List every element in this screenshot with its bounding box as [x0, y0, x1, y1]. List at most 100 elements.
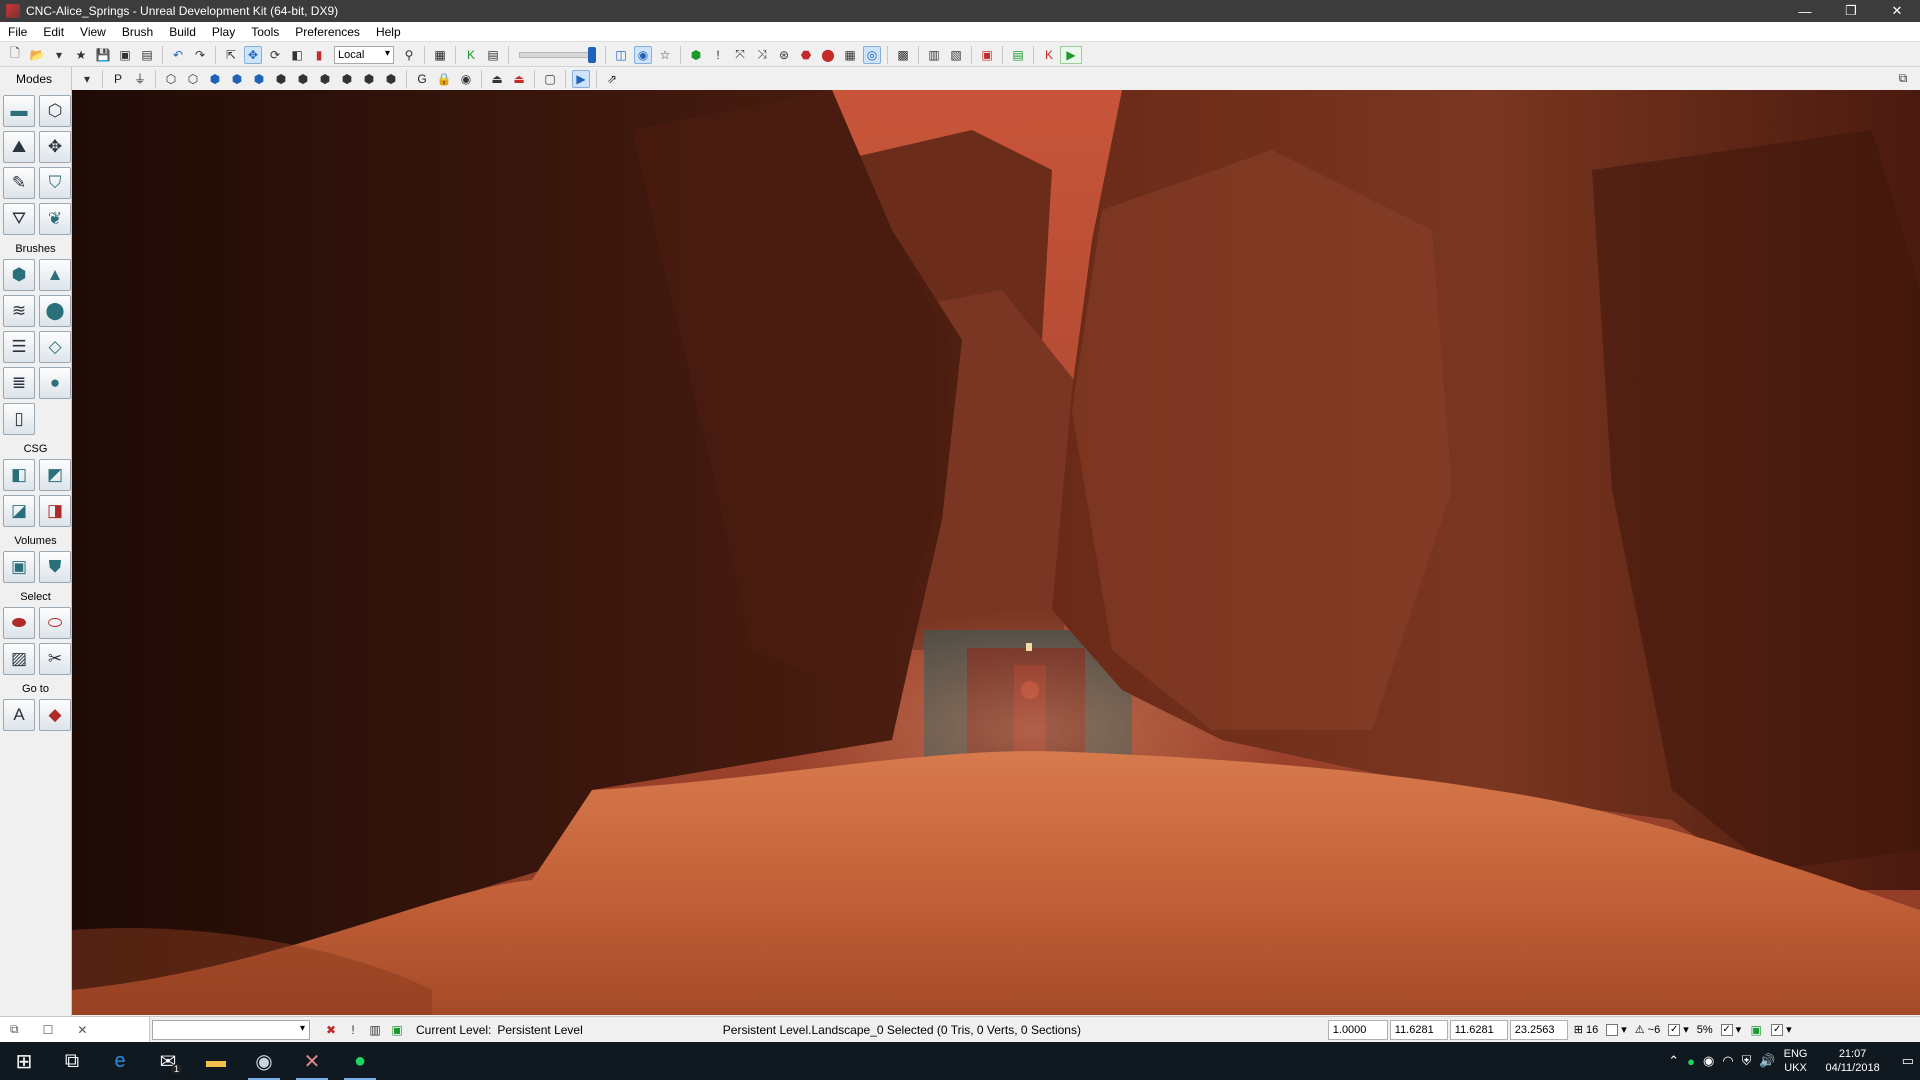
grid-size-control[interactable]: ⊞ 16 [1574, 1023, 1598, 1037]
mail-icon[interactable]: ✉ 1 [144, 1042, 192, 1080]
network-icon[interactable]: ⛨ [1742, 1053, 1752, 1069]
view-eye-icon[interactable]: ◉ [457, 70, 475, 88]
brush-wireframe-icon[interactable]: ◫ [612, 46, 630, 64]
menu-help[interactable]: Help [368, 25, 409, 39]
save-current-level-icon[interactable]: ▤ [138, 46, 156, 64]
autosave-checkbox[interactable]: ✓ [1771, 1023, 1784, 1036]
show-hidden-icons-icon[interactable]: ⌃ [1668, 1053, 1679, 1069]
scale-snap-checkbox[interactable]: ✓ [1720, 1023, 1733, 1036]
volume-icon[interactable]: 🔊 [1759, 1053, 1775, 1069]
actor-visibility-icon[interactable]: ⏏ [488, 70, 506, 88]
light-complexity-icon[interactable]: ⬢ [294, 70, 312, 88]
lighting-only-icon[interactable]: ⬢ [272, 70, 290, 88]
scale-snap-toggle[interactable]: ✓ ▾ [1720, 1023, 1741, 1036]
level-browser-icon[interactable]: ▣ [388, 1021, 406, 1039]
play-in-editor-button[interactable]: ▶ [1060, 45, 1082, 64]
windows-start-icon[interactable]: ⊞ [0, 1042, 48, 1080]
mesh-paint-icon[interactable]: ✎ [3, 167, 35, 199]
actor-class-browser-icon[interactable]: ▧ [947, 46, 965, 64]
content-browser-icon[interactable]: ▦ [841, 46, 859, 64]
level-dropdown[interactable] [152, 1019, 310, 1040]
edge-browser-icon[interactable]: e [96, 1042, 144, 1080]
properties-icon[interactable]: ▥ [925, 46, 943, 64]
cylinder-brush-icon[interactable]: ⬤ [39, 295, 71, 327]
redo-icon[interactable]: ↷ [191, 46, 209, 64]
brush-wire-icon[interactable]: ⬡ [184, 70, 202, 88]
kismet-window-icon[interactable]: ▩ [894, 46, 912, 64]
scale-mode-icon[interactable]: ◧ [288, 46, 306, 64]
drag-grid-scale-field[interactable]: 1.0000 [1327, 1019, 1388, 1040]
show-selected-icon[interactable]: ⬬ [3, 607, 35, 639]
camera-speed-slider[interactable] [519, 46, 596, 63]
add-volume-icon[interactable]: ▣ [3, 551, 35, 583]
play-on-pc-icon[interactable]: ▤ [1009, 46, 1027, 64]
readout-x-field[interactable]: 11.6281 [1389, 1019, 1448, 1040]
csg-intersect-icon[interactable]: ◪ [3, 495, 35, 527]
nonuniform-scale-icon[interactable]: ▮ [310, 46, 328, 64]
lit-icon[interactable]: ⬢ [228, 70, 246, 88]
find-icon[interactable]: ⚲ [400, 46, 418, 64]
linear-stair-icon[interactable]: ☰ [3, 331, 35, 363]
favorites-icon[interactable]: ★ [72, 46, 90, 64]
lock-selection-icon[interactable]: 🔒 [435, 70, 453, 88]
sphere-brush-icon[interactable]: ● [39, 367, 71, 399]
menu-brush[interactable]: Brush [114, 25, 161, 39]
build-stats-icon[interactable]: ⊛ [775, 46, 793, 64]
undo-icon[interactable]: ↶ [169, 46, 187, 64]
show-all-icon[interactable]: ✂ [39, 643, 71, 675]
modes-dropdown-icon[interactable]: ▾ [78, 70, 96, 88]
sheet-brush-icon[interactable]: ◇ [39, 331, 71, 363]
csg-add-icon[interactable]: ◧ [3, 459, 35, 491]
menu-build[interactable]: Build [161, 25, 204, 39]
restore-button[interactable]: ❐ [1828, 0, 1874, 22]
lock-viewport-icon[interactable]: ⏚ [131, 70, 149, 88]
camera-speed-icon[interactable]: ⇗ [603, 70, 621, 88]
lit-lightmap-density-icon[interactable]: ⬢ [382, 70, 400, 88]
new-file-icon[interactable]: 🗋 [6, 46, 24, 64]
build-all-icon[interactable]: ⬣ [797, 46, 815, 64]
goto-builder-brush-icon[interactable]: ◆ [39, 699, 71, 731]
steam-icon[interactable]: ◉ [240, 1042, 288, 1080]
realtime-preview-icon[interactable]: ◉ [634, 45, 652, 64]
texture-density-icon[interactable]: ⬢ [316, 70, 334, 88]
menu-view[interactable]: View [72, 25, 114, 39]
texture-align-icon[interactable]: ✥ [39, 131, 71, 163]
wifi-icon[interactable]: ◠ [1722, 1053, 1733, 1069]
readout-z-field[interactable]: 23.2563 [1509, 1019, 1568, 1040]
shader-complexity-icon[interactable]: ⬢ [338, 70, 356, 88]
sculpt-mode-icon[interactable]: ⛛ [3, 203, 35, 235]
build-all-submit-icon[interactable]: ⬤ [819, 46, 837, 64]
csg-subtract-icon[interactable]: ◩ [39, 459, 71, 491]
rotate-mode-icon[interactable]: ⟳ [266, 46, 284, 64]
build-geometry-icon[interactable]: ⬢ [687, 46, 705, 64]
readout-y-field[interactable]: 11.6281 [1449, 1019, 1508, 1040]
camera-mode-icon[interactable]: ▬ [3, 95, 35, 127]
kismet-text-icon[interactable]: ▦ [431, 46, 449, 64]
maximize-viewport-icon[interactable]: ▢ [541, 70, 559, 88]
star-toggle-icon[interactable]: ☆ [656, 46, 674, 64]
actor-visibility-hidden-icon[interactable]: ⏏ [510, 70, 528, 88]
lightmap-density-icon[interactable]: ⬢ [360, 70, 378, 88]
docked-app-icon[interactable]: ⧉ [10, 1022, 19, 1037]
geometry-mode-icon[interactable]: ⬡ [39, 95, 71, 127]
unlit-icon[interactable]: ⬢ [206, 70, 224, 88]
perspective-view-icon[interactable]: P [109, 70, 127, 88]
menu-tools[interactable]: Tools [243, 25, 287, 39]
file-explorer-icon[interactable]: ▬ [192, 1042, 240, 1080]
open-file-icon[interactable]: 📂 [28, 46, 46, 64]
goto-actor-icon[interactable]: A [3, 699, 35, 731]
level-light-icon[interactable]: ǃ [344, 1021, 362, 1039]
minimize-button[interactable]: — [1782, 0, 1828, 22]
task-view-icon[interactable]: ⧉ [48, 1042, 96, 1080]
cube-brush-icon[interactable]: ⬢ [3, 259, 35, 291]
scale-snap-value[interactable]: 5% [1697, 1024, 1713, 1036]
menu-edit[interactable]: Edit [35, 25, 72, 39]
terrain-mode-icon[interactable]: ⛰ [3, 131, 35, 163]
close-button[interactable]: ✕ [1874, 0, 1920, 22]
rotation-snap-toggle[interactable]: ✓ ▾ [1668, 1023, 1689, 1036]
generic-browser-icon[interactable]: ◎ [863, 45, 881, 64]
save-icon[interactable]: 💾 [94, 46, 112, 64]
language-indicator[interactable]: ENG UKX [1784, 1047, 1808, 1075]
rotation-snap-control[interactable]: ⚠ ~6 [1635, 1023, 1660, 1037]
rotation-snap-checkbox[interactable]: ✓ [1668, 1023, 1681, 1036]
